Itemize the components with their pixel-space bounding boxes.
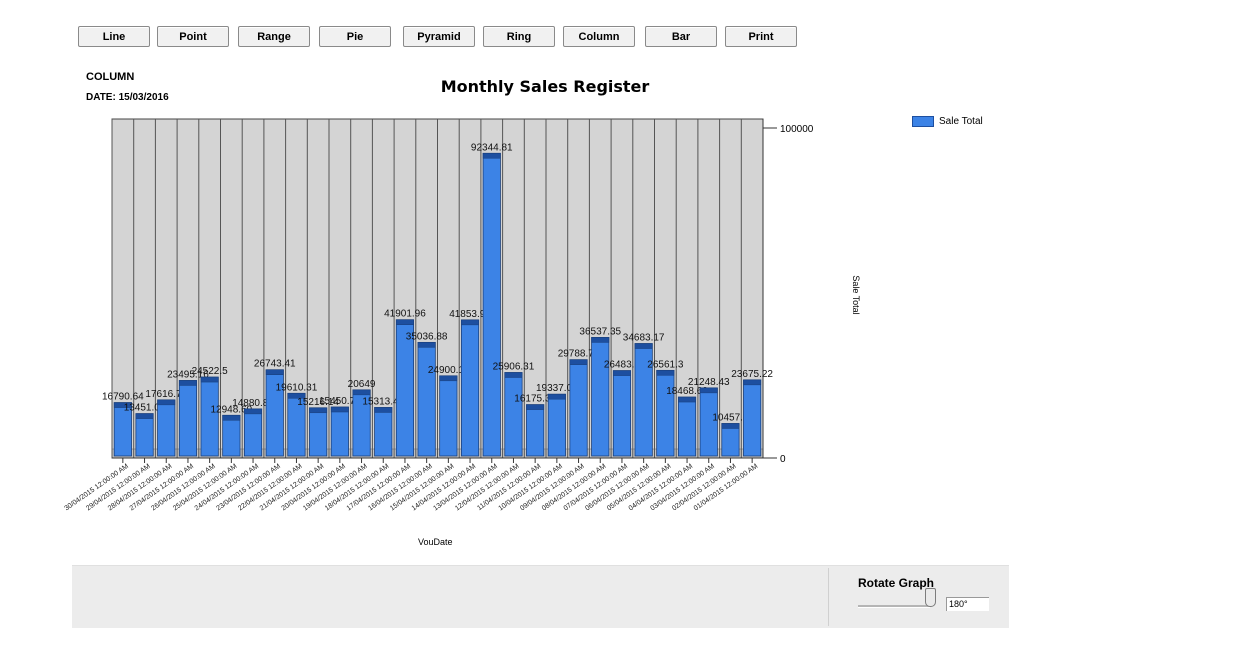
data-label: 24522.5 bbox=[192, 366, 229, 377]
bar bbox=[309, 407, 328, 457]
bar bbox=[569, 359, 588, 457]
bar-cap bbox=[352, 389, 371, 396]
bar bbox=[330, 406, 349, 457]
line-button[interactable]: Line bbox=[78, 26, 150, 47]
print-button[interactable]: Print bbox=[725, 26, 797, 47]
y-tick-label: 0 bbox=[780, 454, 786, 465]
rotate-slider-thumb[interactable] bbox=[925, 588, 936, 607]
bar bbox=[417, 341, 436, 457]
bar bbox=[656, 369, 675, 457]
bar-cap bbox=[743, 379, 762, 386]
bar-cap bbox=[135, 413, 154, 419]
data-label: 26561.3 bbox=[647, 359, 684, 370]
bar bbox=[743, 379, 762, 457]
pyramid-button[interactable]: Pyramid bbox=[403, 26, 475, 47]
pie-button[interactable]: Pie bbox=[319, 26, 391, 47]
x-axis-title: VouDate bbox=[418, 537, 453, 547]
bar bbox=[439, 375, 458, 457]
bar-cap bbox=[526, 404, 545, 410]
bar bbox=[243, 408, 263, 457]
column-chart: 010000016790.6430/04/2015 12:00:00 AM134… bbox=[63, 118, 814, 512]
rotate-graph-label: Rotate Graph bbox=[858, 576, 935, 590]
data-label: 19610.31 bbox=[276, 382, 318, 393]
bar bbox=[178, 380, 198, 457]
bar-cap bbox=[374, 407, 393, 413]
bar bbox=[677, 396, 697, 457]
bar-button[interactable]: Bar bbox=[645, 26, 717, 47]
bar bbox=[460, 319, 480, 457]
bar-cap bbox=[482, 153, 501, 159]
bar bbox=[482, 152, 501, 457]
bar bbox=[222, 414, 241, 457]
data-label: 21248.43 bbox=[688, 377, 730, 388]
bar-cap bbox=[200, 376, 219, 383]
bar bbox=[157, 399, 176, 457]
rotate-slider-track[interactable] bbox=[858, 605, 930, 608]
bar-cap bbox=[265, 369, 284, 375]
legend-label: Sale Total bbox=[939, 116, 983, 127]
data-label: 34683.17 bbox=[623, 333, 665, 344]
bar-cap bbox=[330, 406, 349, 413]
bar-cap bbox=[222, 415, 241, 421]
chart-legend: Sale Total bbox=[912, 116, 983, 127]
data-label: 26743.41 bbox=[254, 359, 296, 370]
bar bbox=[374, 407, 393, 457]
bar-cap bbox=[613, 370, 631, 376]
bar-cap bbox=[396, 319, 414, 325]
range-button[interactable]: Range bbox=[238, 26, 310, 47]
bar-cap bbox=[179, 380, 197, 386]
bar-cap bbox=[634, 343, 653, 349]
bar-cap bbox=[569, 359, 588, 365]
bar-cap bbox=[309, 407, 328, 414]
bar bbox=[591, 337, 610, 457]
data-label: 35036.88 bbox=[406, 331, 448, 342]
rotate-value-field[interactable]: 180° bbox=[946, 597, 989, 611]
bar-cap bbox=[157, 399, 176, 406]
bar-cap bbox=[591, 337, 610, 343]
data-label: 16790.64 bbox=[102, 392, 144, 403]
bar-cap bbox=[678, 396, 696, 403]
column-button[interactable]: Column bbox=[563, 26, 635, 47]
bar bbox=[526, 404, 545, 457]
bar bbox=[547, 393, 566, 457]
bar-cap bbox=[461, 319, 479, 326]
bar bbox=[612, 370, 632, 457]
data-label: 25906.31 bbox=[493, 362, 535, 373]
bar-cap bbox=[439, 375, 458, 382]
data-label: 92344.81 bbox=[471, 142, 513, 153]
bar-cap bbox=[656, 370, 675, 376]
data-label: 23675.22 bbox=[731, 369, 773, 380]
bar-cap bbox=[417, 342, 436, 348]
bar-cap bbox=[547, 393, 566, 400]
legend-swatch bbox=[912, 116, 934, 127]
bar-cap bbox=[504, 372, 523, 378]
bar bbox=[504, 372, 523, 457]
bar-cap bbox=[244, 408, 262, 415]
bar bbox=[135, 413, 154, 457]
bar bbox=[200, 376, 219, 457]
y-tick-label: 100000 bbox=[780, 124, 814, 135]
bar-cap bbox=[699, 387, 718, 394]
data-label: 20649 bbox=[348, 379, 376, 390]
y-axis-title: Sale Total bbox=[851, 275, 861, 315]
point-button[interactable]: Point bbox=[157, 26, 229, 47]
data-label: 41901.96 bbox=[384, 309, 426, 320]
data-label: 36537.35 bbox=[579, 326, 621, 337]
bar-cap bbox=[721, 423, 740, 429]
ring-button[interactable]: Ring bbox=[483, 26, 555, 47]
